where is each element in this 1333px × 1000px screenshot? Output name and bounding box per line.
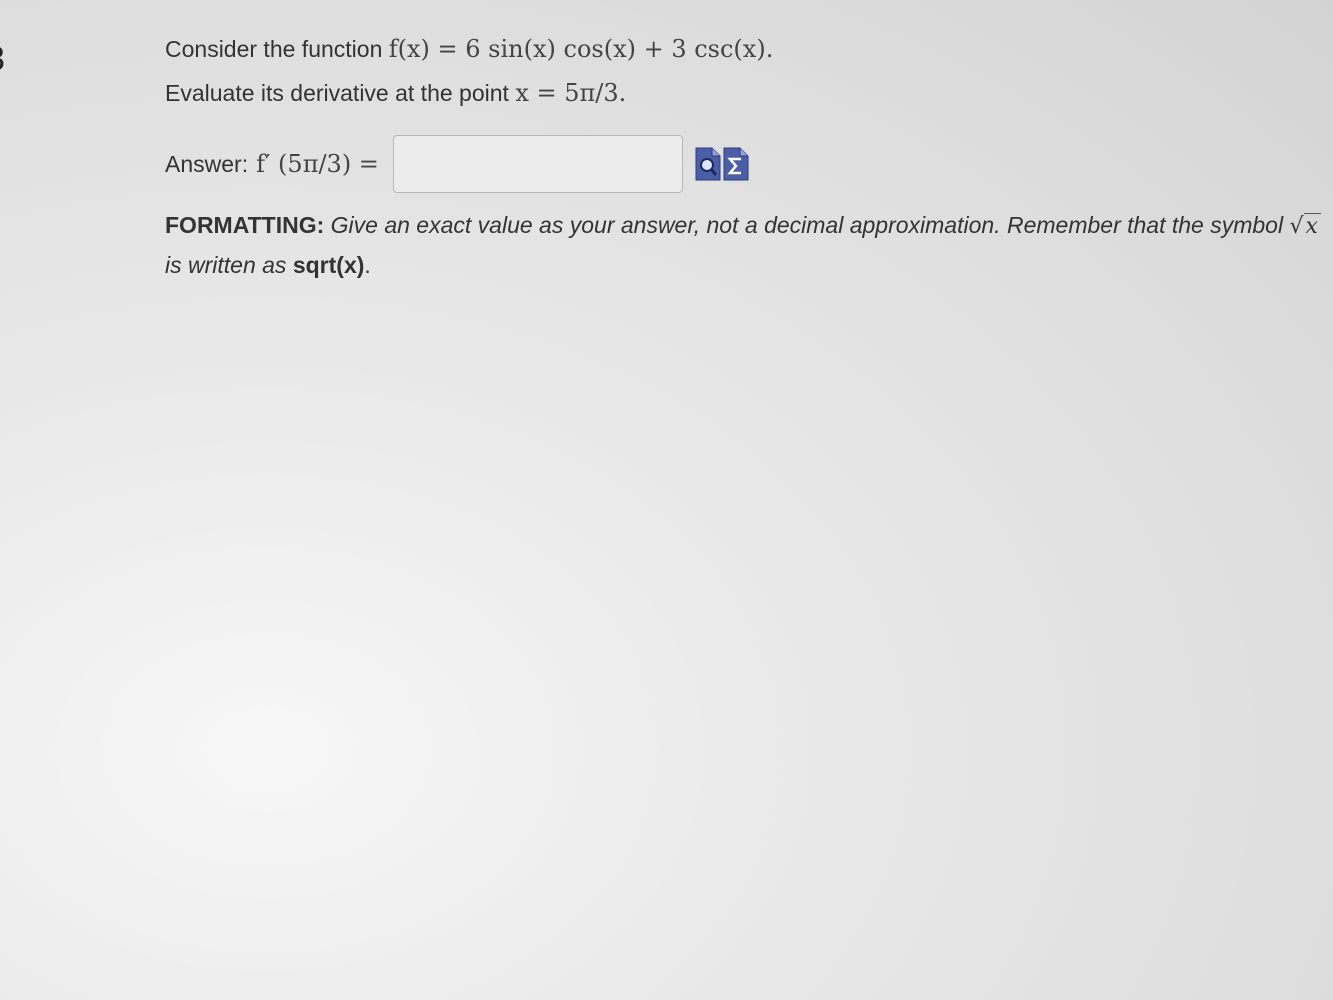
formatting-period: . [364,252,371,278]
formatting-remember: Remember that the symbol [1006,212,1284,238]
sqrt-radicand: x [1303,213,1321,239]
answer-expression: f′ (5π/3) = [256,150,379,178]
formatting-text: Give an exact value as your answer, not … [330,212,1001,238]
answer-input[interactable] [392,135,683,193]
point-expression: x = 5π/3. [515,79,627,107]
sqrt-syntax: sqrt(x) [292,252,365,278]
sigma-icon[interactable] [723,147,749,181]
problem-number: 3 [0,40,5,79]
sqrt-symbol: √x [1289,213,1321,239]
question-intro: Consider the function [165,36,389,62]
problem-content: Consider the function f(x) = 6 sin(x) co… [165,30,1325,284]
formatting-heading: FORMATTING: [165,212,325,238]
formatting-written-as: is written as [165,252,287,278]
answer-label: Answer: [165,150,249,177]
formatting-note: FORMATTING: Give an exact value as your … [165,206,1330,284]
answer-row: Answer: f′ (5π/3) = [165,134,1325,194]
question-line-function: Consider the function f(x) = 6 sin(x) co… [165,32,1325,66]
function-expression: f(x) = 6 sin(x) cos(x) + 3 csc(x). [388,35,774,63]
question-line-point: Evaluate its derivative at the point x =… [165,76,1325,110]
preview-icon[interactable] [695,147,721,181]
evaluate-text: Evaluate its derivative at the point [165,80,516,106]
